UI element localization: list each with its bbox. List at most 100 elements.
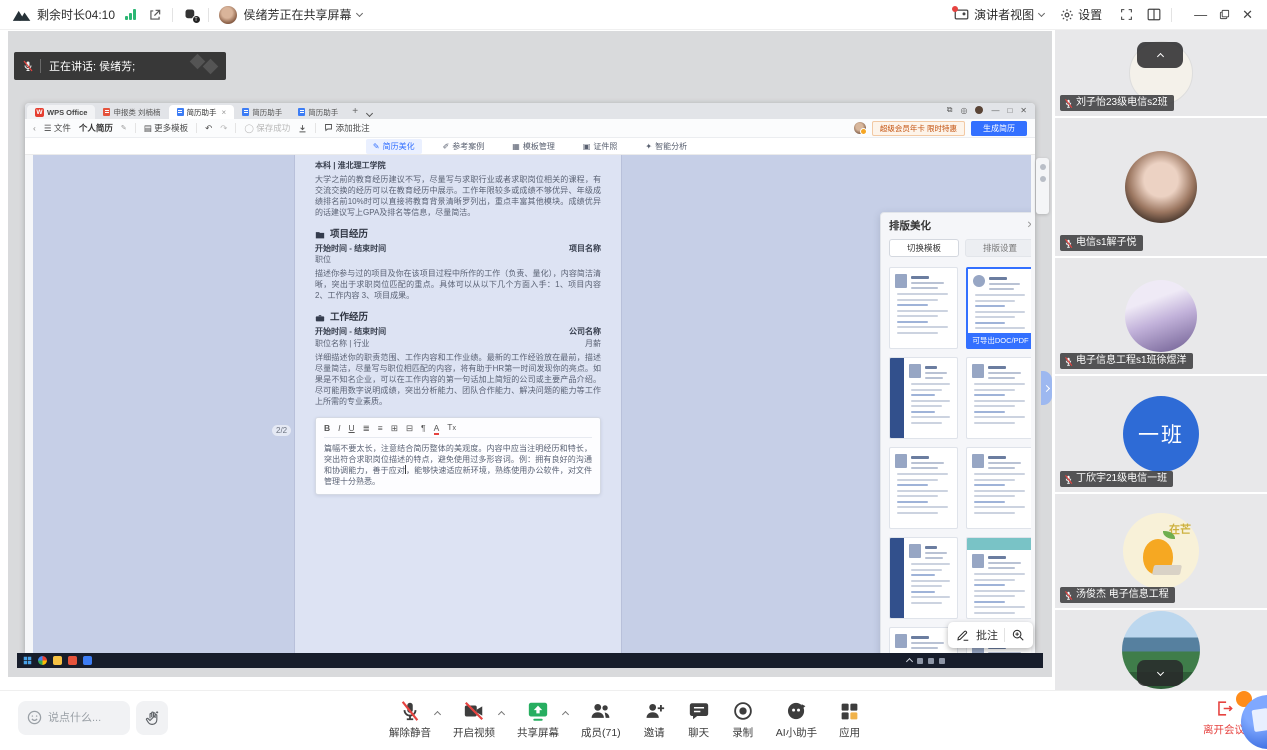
chevron-down-icon[interactable] (1038, 10, 1045, 17)
tray-icon[interactable] (939, 658, 945, 664)
new-tab-button[interactable]: + (352, 106, 358, 117)
template-thumbnail[interactable] (889, 537, 958, 619)
emoji-icon[interactable] (26, 709, 43, 726)
ribbon-tab-0[interactable]: ✎简历美化 (366, 139, 422, 154)
ribbon-tab-1[interactable]: ✐参考案例 (436, 139, 492, 154)
format-indent-icon[interactable]: ⊞ (391, 423, 398, 434)
close-button[interactable]: ✕ (1242, 7, 1253, 23)
ribbon-tab-3[interactable]: ▣证件照 (576, 139, 625, 154)
presenter-view-icon[interactable] (954, 8, 969, 21)
participants-scroll-up-button[interactable] (1137, 42, 1183, 68)
network-signal-icon[interactable] (125, 9, 136, 20)
template-thumbnail[interactable] (889, 267, 958, 349)
download-icon[interactable] (298, 124, 307, 133)
template-thumbnail[interactable] (966, 537, 1031, 619)
mic-muted-button[interactable]: 解除静音 (378, 697, 442, 742)
tray-icon[interactable] (928, 658, 934, 664)
annotate-label[interactable]: 批注 (976, 627, 998, 643)
layout-split-icon[interactable] (1147, 8, 1161, 21)
wps-taskbar-icon[interactable] (68, 656, 77, 665)
format-italic-icon[interactable]: I (338, 423, 340, 434)
audio-device-icon[interactable]: T (183, 7, 198, 22)
close-icon[interactable]: ✕ (1027, 220, 1031, 231)
gear-icon[interactable] (1060, 8, 1074, 22)
tab-switch-template[interactable]: 切换模板 (889, 239, 959, 257)
participant-tile[interactable]: 在芒汤俊杰 电子信息工程 (1055, 494, 1267, 608)
chevron-down-icon[interactable] (356, 10, 363, 17)
generate-resume-button[interactable]: 生成简历 (971, 121, 1027, 136)
fullscreen-icon[interactable] (1120, 8, 1133, 21)
chevron-up-icon[interactable] (498, 711, 505, 718)
share-window-icon[interactable] (148, 8, 162, 22)
participant-tile[interactable]: 一班丁欣宇21级电信一班 (1055, 376, 1267, 492)
ribbon-tab-2[interactable]: ▦模板管理 (505, 139, 562, 154)
format-font-color-icon[interactable]: A (434, 423, 440, 434)
back-icon[interactable]: ‹ (33, 123, 36, 133)
chevron-up-icon[interactable] (562, 711, 569, 718)
editor-text[interactable]: 篇幅不要太长，注意结合简历整体的美观度。内容中应当注明经历和特长，突出符合求职岗… (324, 443, 592, 487)
document-title[interactable]: 个人简历 (79, 122, 113, 134)
template-thumbnail[interactable]: 可导出DOC/PDF (966, 267, 1031, 349)
format-paragraph-icon[interactable]: ¶ (421, 423, 426, 434)
wps-account-avatar[interactable] (975, 106, 983, 114)
wps-tab-1[interactable]: 申报类 刘楠楠 (95, 105, 168, 119)
raise-hand-button[interactable] (136, 701, 168, 735)
record-button[interactable]: 录制 (721, 697, 765, 742)
wps-tab-2[interactable]: 简历助手× (169, 105, 235, 119)
more-templates-button[interactable]: ▤ 更多模板 (144, 122, 188, 134)
template-thumbnail[interactable] (966, 447, 1031, 529)
chevron-up-icon[interactable] (434, 711, 441, 718)
menu-icon[interactable]: ☰ 文件 (44, 122, 71, 134)
format-outdent-icon[interactable]: ⊟ (406, 423, 413, 434)
template-thumbnail[interactable] (889, 447, 958, 529)
text-editor-box[interactable]: BIU ≣ ≡ ⊞ ⊟ ¶ A Tx 篇幅不要太长，注意结合简历整体的美观度。内容中应当注明经… (315, 417, 601, 495)
wps-side-rail[interactable] (1036, 158, 1049, 214)
wps-tab-0[interactable]: WWPS Office (27, 105, 95, 119)
template-thumbnail[interactable] (889, 357, 958, 439)
browser-icon[interactable] (38, 656, 47, 665)
format-unordered-list-icon[interactable]: ≡ (378, 423, 383, 434)
format-bold-icon[interactable]: B (324, 423, 330, 434)
ai-assistant-button[interactable]: AI小助手 (765, 697, 828, 742)
redo-icon[interactable]: ↷ (220, 123, 227, 134)
document-page[interactable]: 本科 | 淮北理工学院 大学之前的教育经历建议不写，尽量写与求职行业或者求职岗位… (295, 155, 621, 653)
format-underline-icon[interactable]: U (349, 423, 355, 434)
wps-restore-icon[interactable]: ⧉ (947, 105, 953, 115)
settings-label[interactable]: 设置 (1078, 6, 1102, 23)
view-mode-label[interactable]: 演讲者视图 (974, 6, 1034, 23)
sidebar-collapse-handle[interactable] (1041, 371, 1052, 405)
windows-start-icon[interactable] (23, 656, 32, 665)
share-screen-button[interactable]: 共享屏幕 (506, 697, 570, 742)
wps-maximize-button[interactable]: □ (1007, 106, 1012, 115)
folder-icon[interactable] (53, 656, 62, 665)
apps-button[interactable]: 应用 (828, 697, 871, 742)
template-thumbnail[interactable] (966, 357, 1031, 439)
chat-button[interactable]: 聊天 (677, 697, 721, 742)
tray-expand-icon[interactable] (906, 658, 913, 665)
wps-tab-4[interactable]: 简历助手 (290, 105, 346, 119)
pencil-icon[interactable] (956, 628, 970, 642)
tab-list-chevron-icon[interactable] (366, 110, 373, 117)
tray-icon[interactable] (917, 658, 923, 664)
maximize-button[interactable] (1219, 9, 1230, 20)
camera-off-button[interactable]: 开启视频 (442, 697, 506, 742)
format-clear-format-icon[interactable]: Tx (447, 422, 456, 434)
invite-button[interactable]: 邀请 (632, 697, 677, 742)
participant-tile[interactable]: 电子信息工程s1班徐煜洋 (1055, 258, 1267, 374)
wps-tab-3[interactable]: 简历助手 (234, 105, 290, 119)
sharing-status[interactable]: 侯绪芳正在共享屏幕 (244, 6, 352, 23)
participants-scroll-down-button[interactable] (1137, 660, 1183, 686)
wps-user-avatar[interactable] (854, 122, 866, 134)
wps-close-button[interactable]: ✕ (1020, 106, 1027, 115)
rename-icon[interactable]: ✎ (121, 124, 127, 132)
ribbon-tab-4[interactable]: ✦智能分析 (638, 139, 694, 154)
wps-skin-icon[interactable]: ◎ (960, 106, 967, 115)
close-tab-icon[interactable]: × (222, 108, 227, 117)
comment-button[interactable]: 添加批注 (324, 122, 369, 134)
participant-tile[interactable]: 电信s1解子悦 (1055, 118, 1267, 256)
format-ordered-list-icon[interactable]: ≣ (363, 423, 370, 434)
member-promo-pill[interactable]: 超级会员年卡 限时特惠 (872, 121, 965, 136)
zoom-in-icon[interactable] (1011, 628, 1025, 642)
tab-layout-settings[interactable]: 排版设置 (965, 239, 1031, 257)
app-taskbar-icon[interactable] (83, 656, 92, 665)
